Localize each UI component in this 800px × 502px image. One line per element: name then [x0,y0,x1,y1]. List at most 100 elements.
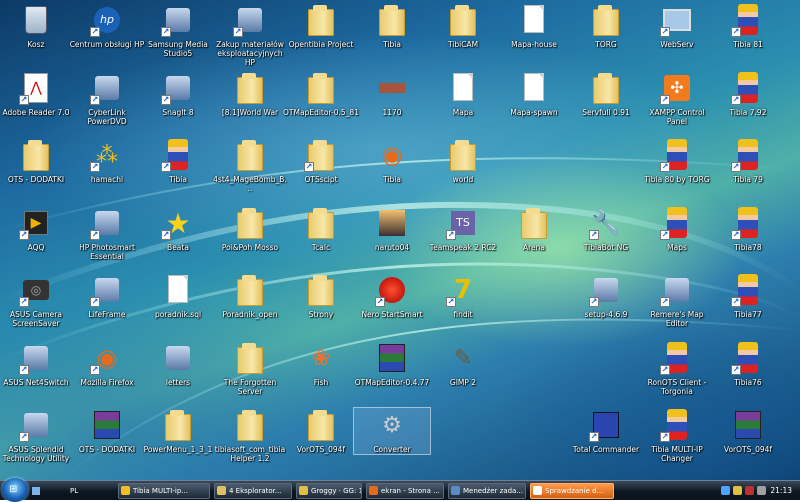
show-desktop-icon[interactable] [32,487,40,495]
desktop-icon[interactable]: ✣ ↗ XAMPP Control Panel [639,71,715,126]
desktop-icon[interactable]: VorOTS_094f [283,408,359,454]
desktop-icon[interactable]: 🔧 ↗ TibiaBot NG [568,206,644,252]
desktop-icon[interactable]: Opentibia Project [283,3,359,49]
taskbar-button[interactable]: Groggy · GG: 1... [296,483,362,499]
desktop-icon[interactable]: OTMapEditor-0.5_81 [283,71,359,117]
desktop-icon[interactable]: Mapa [425,71,501,117]
desktop-icon[interactable]: 4st4_MageBomb_B... [212,138,288,193]
network-tray-icon[interactable] [721,486,730,495]
desktop-icon[interactable]: Tibia [354,3,430,49]
desktop-icon[interactable]: ↗ CyberLink PowerDVD [69,71,145,126]
desktop-icon[interactable]: ↗ Tibia [140,138,216,184]
desktop-icon[interactable]: Kosz [0,3,74,49]
folder-icon [304,408,338,442]
desktop-icon[interactable]: ⚙ Converter [353,407,431,455]
clock[interactable]: 21:13 [770,484,792,498]
desktop-icon[interactable]: ↗ Zakup materiałów eksploatacyjnych HP [212,3,288,67]
desktop-icon[interactable]: ↗ Tibia78 [710,206,786,252]
desktop-icon[interactable]: letters [140,341,216,387]
desktop-icon[interactable]: OTS - DODATKI [0,138,74,184]
desktop-icon[interactable]: 1170 [354,71,430,117]
desktop-icon[interactable]: ✎ GIMP 2 [425,341,501,388]
taskbar-button[interactable]: Tibia MULTI-ip... [118,483,210,499]
shortcut-arrow-icon: ↗ [660,95,670,105]
photo-icon: ↗ [90,206,124,240]
desktop-icon[interactable]: [8.1]World War [212,71,288,117]
desktop-icon[interactable]: ↗ HP Photosmart Essential [69,206,145,261]
desktop-icon[interactable]: TibiCAM [425,3,501,49]
desktop-icon[interactable]: ↗ WebServ [639,3,715,49]
webcam-icon: ↗ [90,273,124,307]
converter-icon: ⚙ [382,412,402,438]
desktop-icon[interactable]: ↗ ASUS Net4Switch [0,341,74,387]
desktop-icon[interactable]: poradnik.sql [140,273,216,319]
desktop-icon-label: Arena [522,243,545,252]
taskbar-button[interactable]: ekran - Strona ... [366,483,444,499]
folder-icon [233,341,267,375]
desktop-icon[interactable]: ↗ Maps [639,206,715,252]
desktop-icon[interactable]: ▶ ↗ AQQ [0,206,74,252]
desktop-icon[interactable]: ◉ ↗ Mozilla Firefox [69,341,145,387]
desktop-icon[interactable]: ↗ RonOTS Client - Torgonia [639,341,715,396]
folder-icon [304,3,338,37]
desktop-icon[interactable]: ↗ Remere's Map Editor [639,273,715,328]
shortcut-arrow-icon: ↗ [90,230,100,240]
desktop-icon[interactable]: Mapa-house [496,3,572,49]
desktop-icon[interactable]: ⁂ ↗ hamachi [69,138,145,184]
desktop-icon[interactable]: Servfull 0.91 [568,71,644,117]
taskbar-button-label: 4 Eksplorator... [229,487,282,495]
desktop-icon[interactable]: ◎ ↗ ASUS Camera ScreenSaver [0,273,74,328]
desktop-icon[interactable]: ↗ Tibia MULTI-IP Changer [639,408,715,463]
desktop-icon[interactable]: ↗ SnagIt 8 [140,71,216,117]
desktop-icon[interactable]: ↗ Tibia76 [710,341,786,387]
desktop-icon[interactable]: ↗ Samsung Media Studio5 [140,3,216,58]
desktop-icon[interactable]: ↗ Total Commander [568,408,644,454]
desktop-icon[interactable]: Poradnik_open [212,273,288,319]
desktop-icon-label: tibiasoft_com_tibia Helper 1.2 [214,445,286,463]
antivirus-tray-icon[interactable] [745,486,754,495]
desktop-icon[interactable]: ↗ Tibia77 [710,273,786,319]
desktop-icon-label: OTS - DODATKI [78,445,136,454]
desktop-icon[interactable]: ↗ LifeFrame [69,273,145,319]
desktop-icon[interactable]: TS ↗ Teamspeak 2 RC2 [425,206,501,252]
desktop-icon[interactable]: ↗ ASUS Splendid Technology Utility [0,408,74,463]
desktop-icon[interactable]: OTS - DODATKI [69,408,145,454]
desktop-icon[interactable]: Poi&Poh Mosso [212,206,288,252]
hp-logo-icon: hp ↗ [90,3,124,37]
desktop-icon[interactable]: ★ ↗ Beata [140,206,216,252]
desktop-icon[interactable]: ↗ Tibia 81 [710,3,786,49]
desktop-icon[interactable]: VorOTS_094f [710,408,786,454]
language-indicator[interactable]: PL [70,484,84,498]
desktop-icon[interactable]: hp ↗ Centrum obsługi HP [69,3,145,49]
desktop-icon[interactable]: Mapa-spawn [496,71,572,117]
desktop-icon[interactable]: ↗ setup-4.6.9 [568,273,644,319]
desktop-icon[interactable]: Arena [496,206,572,252]
taskbar-button[interactable]: Menedżer zada... [448,483,526,499]
desktop-icon[interactable]: ↗ Tibia 79 [710,138,786,184]
desktop-icon[interactable]: ↗ Nero StartSmart [354,273,430,319]
desktop-icon[interactable]: world [425,138,501,184]
desktop-icon[interactable]: 7 ↗ findit [425,273,501,319]
printer-supplies-icon: ↗ [233,3,267,37]
desktop-icon[interactable]: tibiasoft_com_tibia Helper 1.2 [212,408,288,463]
desktop-icon[interactable]: ◉ Tibia [354,138,430,184]
start-button[interactable]: ⊞ [2,478,28,502]
desktop-icon[interactable]: TORG [568,3,644,49]
volume-tray-icon[interactable] [757,486,766,495]
desktop-icon[interactable]: naruto04 [354,206,430,252]
desktop-icon[interactable]: Strony [283,273,359,319]
desktop-icon[interactable]: ↗ OTSscipt [283,138,359,184]
desktop-icon[interactable]: The Forgotten Server [212,341,288,396]
desktop-icon[interactable]: ↗ Tibia 80 by TORG [639,138,715,184]
desktop-icon[interactable]: Tcalc [283,206,359,252]
desktop-icon-label: Beata [167,243,189,252]
taskbar-button[interactable]: Sprawdzanie d... [530,483,614,499]
desktop-icon-label: 4st4_MageBomb_B... [213,175,287,193]
desktop-icon[interactable]: ↗ Tibia 7.92 [710,71,786,117]
desktop-icon[interactable]: ⋀ ↗ Adobe Reader 7.0 [0,71,74,117]
desktop-icon[interactable]: PowerMenu_1_3_1 [140,408,216,454]
desktop-icon[interactable]: OTMapEditor-0.4.77 [354,341,430,387]
desktop-icon[interactable]: ❀ Fish [283,341,359,388]
taskbar-button[interactable]: 4 Eksplorator... [214,483,292,499]
gadu-gadu-tray-icon[interactable] [733,486,742,495]
